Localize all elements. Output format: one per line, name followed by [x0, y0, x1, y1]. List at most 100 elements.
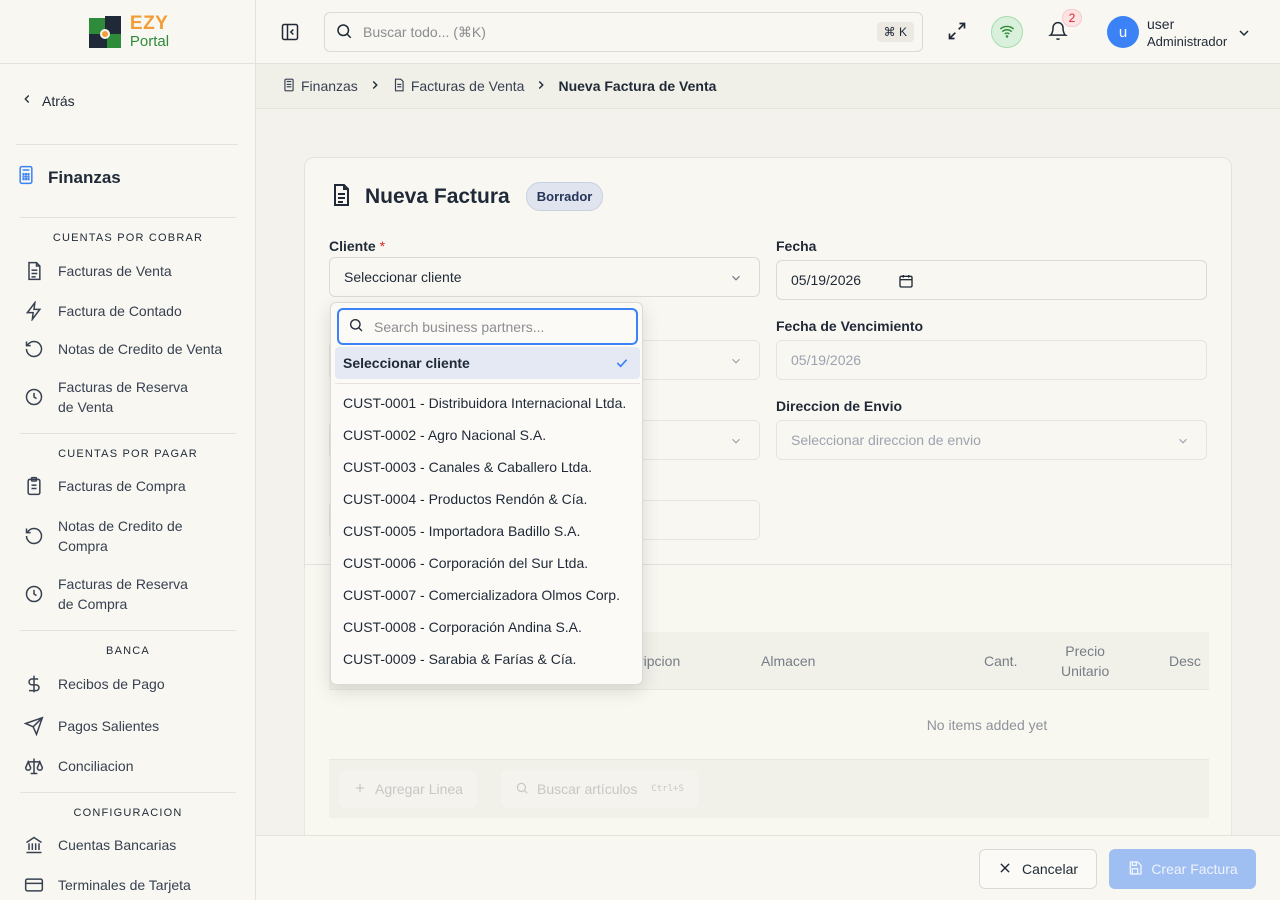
rotate-ccw-icon: [24, 339, 44, 359]
credit-card-icon: [24, 875, 44, 895]
sidebar-item-facturas-reserva-venta[interactable]: Facturas de Reserva de Venta: [24, 377, 194, 417]
logo-text-secondary: Portal: [129, 33, 170, 50]
divider: [20, 217, 236, 218]
chevron-down-icon: [729, 271, 743, 288]
chevron-down-icon[interactable]: [1236, 25, 1252, 44]
cliente-select[interactable]: Seleccionar cliente: [329, 257, 760, 297]
dropdown-option[interactable]: CUST-0009 - Sarabia & Farías & Cía.: [335, 643, 640, 675]
dropdown-option-selected[interactable]: Seleccionar cliente: [335, 347, 640, 379]
sidebar-item-facturas-de-venta[interactable]: Facturas de Venta: [24, 261, 234, 281]
avatar[interactable]: u: [1107, 16, 1139, 48]
calculator-icon: [16, 164, 36, 191]
add-line-button[interactable]: Agregar Linea: [339, 770, 477, 808]
chevron-down-icon: [729, 434, 743, 451]
direccion-envio-select[interactable]: Seleccionar direccion de envio: [776, 420, 1207, 460]
chevron-left-icon: [20, 92, 34, 109]
status-badge: Borrador: [525, 182, 604, 211]
back-link[interactable]: Atrás: [20, 92, 75, 109]
sidebar-item-label: Facturas de Compra: [58, 478, 186, 494]
sidebar: EZY Portal Atrás Finanzas CUENTAS POR CO…: [0, 0, 256, 900]
sidebar-item-notas-credito-compra[interactable]: Notas de Credito de Compra: [24, 516, 194, 556]
send-icon: [24, 716, 44, 736]
document-icon: [392, 77, 406, 96]
sidebar-item-pagos-salientes[interactable]: Pagos Salientes: [24, 716, 234, 736]
user-name: user: [1147, 16, 1175, 32]
sidebar-item-notas-credito-venta[interactable]: Notas de Credito de Venta: [24, 339, 234, 359]
bank-icon: [24, 835, 44, 855]
dropdown-option[interactable]: CUST-0002 - Agro Nacional S.A.: [335, 419, 640, 451]
sidebar-item-label: Conciliacion: [58, 758, 134, 774]
logo[interactable]: EZY Portal: [0, 0, 255, 64]
wifi-icon: [999, 23, 1015, 42]
customer-options-list: CUST-0001 - Distribuidora Internacional …: [335, 387, 640, 675]
required-mark: *: [379, 238, 386, 254]
logo-mark-icon: [86, 12, 126, 52]
sidebar-toggle-icon[interactable]: [280, 22, 300, 45]
user-role: Administrador: [1147, 34, 1228, 49]
dropdown-option[interactable]: CUST-0003 - Canales & Caballero Ltda.: [335, 451, 640, 483]
sidebar-item-factura-de-contado[interactable]: Factura de Contado: [24, 301, 234, 321]
calendar-icon[interactable]: [898, 273, 914, 292]
sidebar-item-label: Facturas de Reserva de Venta: [58, 379, 188, 415]
divider: [16, 144, 238, 145]
dropdown-option[interactable]: CUST-0004 - Productos Rendón & Cía.: [335, 483, 640, 515]
topbar: Buscar todo... (⌘K) ⌘ K 2 u user Adminis…: [256, 0, 1280, 64]
divider: [20, 433, 236, 434]
check-icon: [614, 355, 630, 374]
divider: [335, 383, 640, 384]
column-header: Desc: [1169, 653, 1201, 669]
sidebar-item-label: Recibos de Pago: [58, 676, 165, 692]
dropdown-option[interactable]: CUST-0005 - Importadora Badillo S.A.: [335, 515, 640, 547]
cliente-label-text: Cliente: [329, 238, 376, 254]
add-line-label: Agregar Linea: [375, 781, 463, 797]
document-icon: [24, 261, 44, 281]
chevron-right-icon: [534, 78, 548, 95]
dropdown-option[interactable]: CUST-0001 - Distribuidora Internacional …: [335, 387, 640, 419]
connection-status-button[interactable]: [991, 16, 1023, 48]
global-search-input[interactable]: Buscar todo... (⌘K) ⌘ K: [324, 12, 923, 52]
fullscreen-icon[interactable]: [947, 21, 967, 44]
dropdown-option[interactable]: CUST-0007 - Comercializadora Olmos Corp.: [335, 579, 640, 611]
sidebar-item-facturas-de-compra[interactable]: Facturas de Compra: [24, 476, 234, 496]
page-title-text: Nueva Factura: [365, 184, 510, 208]
scale-icon: [24, 756, 44, 776]
customer-search-input[interactable]: Search business partners...: [337, 308, 638, 345]
customer-search-placeholder: Search business partners...: [374, 318, 545, 335]
create-invoice-button[interactable]: Crear Factura: [1109, 849, 1256, 889]
notification-badge: 2: [1062, 9, 1082, 27]
chevron-down-icon: [1176, 434, 1190, 451]
sidebar-item-conciliacion[interactable]: Conciliacion: [24, 756, 234, 776]
fecha-label: Fecha: [776, 238, 817, 254]
user-menu[interactable]: user Administrador: [1147, 16, 1227, 50]
sidebar-item-label: Facturas de Reserva de Compra: [58, 576, 188, 612]
search-items-button[interactable]: Buscar artículos Ctrl+S: [501, 770, 698, 808]
fecha-value: 05/19/2026: [791, 272, 862, 288]
clipboard-icon: [24, 476, 44, 496]
sidebar-item-recibos-de-pago[interactable]: Recibos de Pago: [24, 674, 234, 694]
column-header: Almacen: [761, 653, 816, 669]
plus-icon: [353, 781, 367, 798]
module-title-label: Finanzas: [48, 167, 121, 187]
sidebar-item-cuentas-bancarias[interactable]: Cuentas Bancarias: [24, 835, 234, 855]
fecha-input[interactable]: 05/19/2026: [776, 260, 1207, 300]
search-items-shortcut: Ctrl+S: [651, 784, 684, 794]
sidebar-item-label: Pagos Salientes: [58, 718, 160, 734]
sidebar-item-label: Notas de Credito de Compra: [58, 518, 183, 554]
sidebar-item-facturas-reserva-compra[interactable]: Facturas de Reserva de Compra: [24, 574, 194, 614]
logo-text-primary: EZY: [129, 13, 169, 34]
sidebar-item-terminales-de-tarjeta[interactable]: Terminales de Tarjeta: [24, 875, 234, 895]
save-icon: [1127, 860, 1143, 879]
column-header: Cant.: [984, 653, 1018, 669]
lines-table-footer: Agregar Linea Buscar artículos Ctrl+S: [329, 760, 1209, 818]
cancel-button[interactable]: Cancelar: [979, 849, 1097, 889]
search-shortcut: ⌘ K: [876, 22, 914, 42]
breadcrumb-item[interactable]: Facturas de Venta: [392, 77, 524, 96]
breadcrumb: Finanzas Facturas de Venta Nueva Factura…: [256, 64, 1280, 109]
cancel-label: Cancelar: [1021, 861, 1079, 877]
breadcrumb-item[interactable]: Finanzas: [282, 77, 358, 96]
direccion-envio-placeholder: Seleccionar direccion de envio: [791, 432, 981, 448]
vencimiento-input[interactable]: 05/19/2026: [776, 340, 1207, 380]
lightning-icon: [24, 301, 44, 321]
dropdown-option[interactable]: CUST-0006 - Corporación del Sur Ltda.: [335, 547, 640, 579]
dropdown-option[interactable]: CUST-0008 - Corporación Andina S.A.: [335, 611, 640, 643]
